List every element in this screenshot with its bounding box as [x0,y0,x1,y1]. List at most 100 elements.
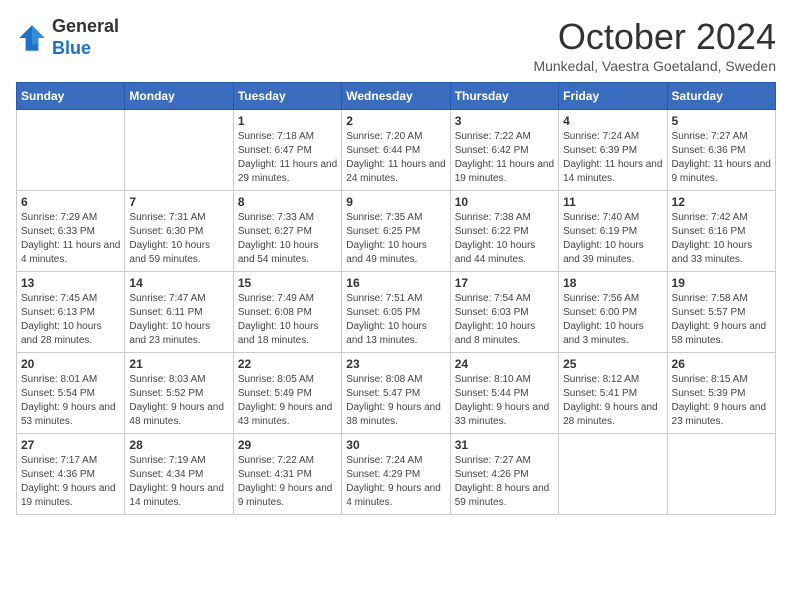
day-number: 1 [238,114,337,128]
day-info: Sunrise: 7:22 AMSunset: 6:42 PMDaylight:… [455,130,554,186]
calendar-cell: 6 Sunrise: 7:29 AMSunset: 6:33 PMDaylight… [17,191,125,272]
day-number: 5 [672,114,771,128]
weekday-header: Wednesday [342,83,450,110]
calendar-cell: 17 Sunrise: 7:54 AMSunset: 6:03 PMDayligh… [450,272,558,353]
calendar-cell [125,110,233,191]
weekday-header: Thursday [450,83,558,110]
calendar-cell: 25 Sunrise: 8:12 AMSunset: 5:41 PMDayligh… [559,353,667,434]
day-info: Sunrise: 7:47 AMSunset: 6:11 PMDaylight:… [129,292,228,348]
weekday-header: Friday [559,83,667,110]
day-number: 31 [455,438,554,452]
day-info: Sunrise: 7:29 AMSunset: 6:33 PMDaylight:… [21,211,120,267]
day-info: Sunrise: 8:15 AMSunset: 5:39 PMDaylight:… [672,373,771,429]
day-info: Sunrise: 8:01 AMSunset: 5:54 PMDaylight:… [21,373,120,429]
day-number: 26 [672,357,771,371]
calendar-cell: 12 Sunrise: 7:42 AMSunset: 6:16 PMDayligh… [667,191,775,272]
day-info: Sunrise: 7:24 AMSunset: 4:29 PMDaylight:… [346,454,445,510]
calendar-cell: 28 Sunrise: 7:19 AMSunset: 4:34 PMDayligh… [125,434,233,515]
weekday-header: Sunday [17,83,125,110]
day-number: 16 [346,276,445,290]
calendar-cell [667,434,775,515]
day-info: Sunrise: 8:12 AMSunset: 5:41 PMDaylight:… [563,373,662,429]
calendar-cell: 5 Sunrise: 7:27 AMSunset: 6:36 PMDaylight… [667,110,775,191]
day-info: Sunrise: 8:08 AMSunset: 5:47 PMDaylight:… [346,373,445,429]
calendar-cell: 21 Sunrise: 8:03 AMSunset: 5:52 PMDayligh… [125,353,233,434]
day-info: Sunrise: 7:33 AMSunset: 6:27 PMDaylight:… [238,211,337,267]
calendar-cell: 19Sunrise: 7:58 AMSunset: 5:57 PMDayligh… [667,272,775,353]
day-number: 9 [346,195,445,209]
day-info: Sunrise: 7:22 AMSunset: 4:31 PMDaylight:… [238,454,337,510]
day-number: 30 [346,438,445,452]
calendar-week-row: 20 Sunrise: 8:01 AMSunset: 5:54 PMDayligh… [17,353,776,434]
day-number: 20 [21,357,120,371]
calendar-cell: 14Sunrise: 7:47 AMSunset: 6:11 PMDayligh… [125,272,233,353]
day-number: 7 [129,195,228,209]
calendar-cell: 2 Sunrise: 7:20 AMSunset: 6:44 PMDaylight… [342,110,450,191]
title-area: October 2024 Munkedal, Vaestra Goetaland… [533,16,776,74]
day-info: Sunrise: 8:10 AMSunset: 5:44 PMDaylight:… [455,373,554,429]
weekday-header: Monday [125,83,233,110]
calendar-cell: 26 Sunrise: 8:15 AMSunset: 5:39 PMDayligh… [667,353,775,434]
day-info: Sunrise: 7:54 AMSunset: 6:03 PMDaylight:… [455,292,554,348]
day-number: 23 [346,357,445,371]
day-number: 24 [455,357,554,371]
day-number: 22 [238,357,337,371]
calendar-cell: 3 Sunrise: 7:22 AMSunset: 6:42 PMDaylight… [450,110,558,191]
calendar-cell: 31 Sunrise: 7:27 AMSunset: 4:26 PMDayligh… [450,434,558,515]
calendar-cell: 7 Sunrise: 7:31 AMSunset: 6:30 PMDaylight… [125,191,233,272]
day-number: 18 [563,276,662,290]
day-info: Sunrise: 7:31 AMSunset: 6:30 PMDaylight:… [129,211,228,267]
day-info: Sunrise: 8:03 AMSunset: 5:52 PMDaylight:… [129,373,228,429]
day-number: 2 [346,114,445,128]
day-number: 29 [238,438,337,452]
logo: General Blue [16,16,119,59]
month-title: October 2024 [533,16,776,58]
calendar-cell: 4 Sunrise: 7:24 AMSunset: 6:39 PMDaylight… [559,110,667,191]
day-number: 25 [563,357,662,371]
day-info: Sunrise: 7:38 AMSunset: 6:22 PMDaylight:… [455,211,554,267]
day-info: Sunrise: 7:42 AMSunset: 6:16 PMDaylight:… [672,211,771,267]
calendar-cell: 10Sunrise: 7:38 AMSunset: 6:22 PMDayligh… [450,191,558,272]
day-info: Sunrise: 7:24 AMSunset: 6:39 PMDaylight:… [563,130,662,186]
calendar-cell: 1 Sunrise: 7:18 AMSunset: 6:47 PMDaylight… [233,110,341,191]
weekday-header-row: SundayMondayTuesdayWednesdayThursdayFrid… [17,83,776,110]
day-number: 8 [238,195,337,209]
location: Munkedal, Vaestra Goetaland, Sweden [533,58,776,74]
calendar-week-row: 6 Sunrise: 7:29 AMSunset: 6:33 PMDaylight… [17,191,776,272]
page-header: General Blue October 2024 Munkedal, Vaes… [16,16,776,74]
calendar-cell: 8 Sunrise: 7:33 AMSunset: 6:27 PMDaylight… [233,191,341,272]
calendar-cell: 15Sunrise: 7:49 AMSunset: 6:08 PMDayligh… [233,272,341,353]
calendar-cell: 27Sunrise: 7:17 AMSunset: 4:36 PMDayligh… [17,434,125,515]
day-info: Sunrise: 7:56 AMSunset: 6:00 PMDaylight:… [563,292,662,348]
calendar-cell: 13Sunrise: 7:45 AMSunset: 6:13 PMDayligh… [17,272,125,353]
day-number: 21 [129,357,228,371]
calendar-week-row: 13Sunrise: 7:45 AMSunset: 6:13 PMDayligh… [17,272,776,353]
calendar-cell: 22Sunrise: 8:05 AMSunset: 5:49 PMDayligh… [233,353,341,434]
day-info: Sunrise: 7:20 AMSunset: 6:44 PMDaylight:… [346,130,445,186]
logo-icon [16,22,48,54]
day-info: Sunrise: 7:19 AMSunset: 4:34 PMDaylight:… [129,454,228,510]
calendar-cell: 29 Sunrise: 7:22 AMSunset: 4:31 PMDayligh… [233,434,341,515]
calendar-cell: 23 Sunrise: 8:08 AMSunset: 5:47 PMDayligh… [342,353,450,434]
day-number: 6 [21,195,120,209]
calendar-week-row: 27Sunrise: 7:17 AMSunset: 4:36 PMDayligh… [17,434,776,515]
day-number: 17 [455,276,554,290]
day-info: Sunrise: 7:51 AMSunset: 6:05 PMDaylight:… [346,292,445,348]
calendar-cell: 9 Sunrise: 7:35 AMSunset: 6:25 PMDaylight… [342,191,450,272]
day-number: 28 [129,438,228,452]
calendar-cell: 20 Sunrise: 8:01 AMSunset: 5:54 PMDayligh… [17,353,125,434]
calendar-cell [17,110,125,191]
day-info: Sunrise: 7:27 AMSunset: 4:26 PMDaylight:… [455,454,554,510]
day-number: 19 [672,276,771,290]
day-number: 4 [563,114,662,128]
day-info: Sunrise: 7:18 AMSunset: 6:47 PMDaylight:… [238,130,337,186]
day-number: 15 [238,276,337,290]
day-number: 3 [455,114,554,128]
calendar-cell: 11Sunrise: 7:40 AMSunset: 6:19 PMDayligh… [559,191,667,272]
day-number: 12 [672,195,771,209]
calendar-table: SundayMondayTuesdayWednesdayThursdayFrid… [16,82,776,515]
calendar-week-row: 1 Sunrise: 7:18 AMSunset: 6:47 PMDaylight… [17,110,776,191]
day-info: Sunrise: 7:35 AMSunset: 6:25 PMDaylight:… [346,211,445,267]
day-info: Sunrise: 7:27 AMSunset: 6:36 PMDaylight:… [672,130,771,186]
calendar-cell: 24 Sunrise: 8:10 AMSunset: 5:44 PMDayligh… [450,353,558,434]
